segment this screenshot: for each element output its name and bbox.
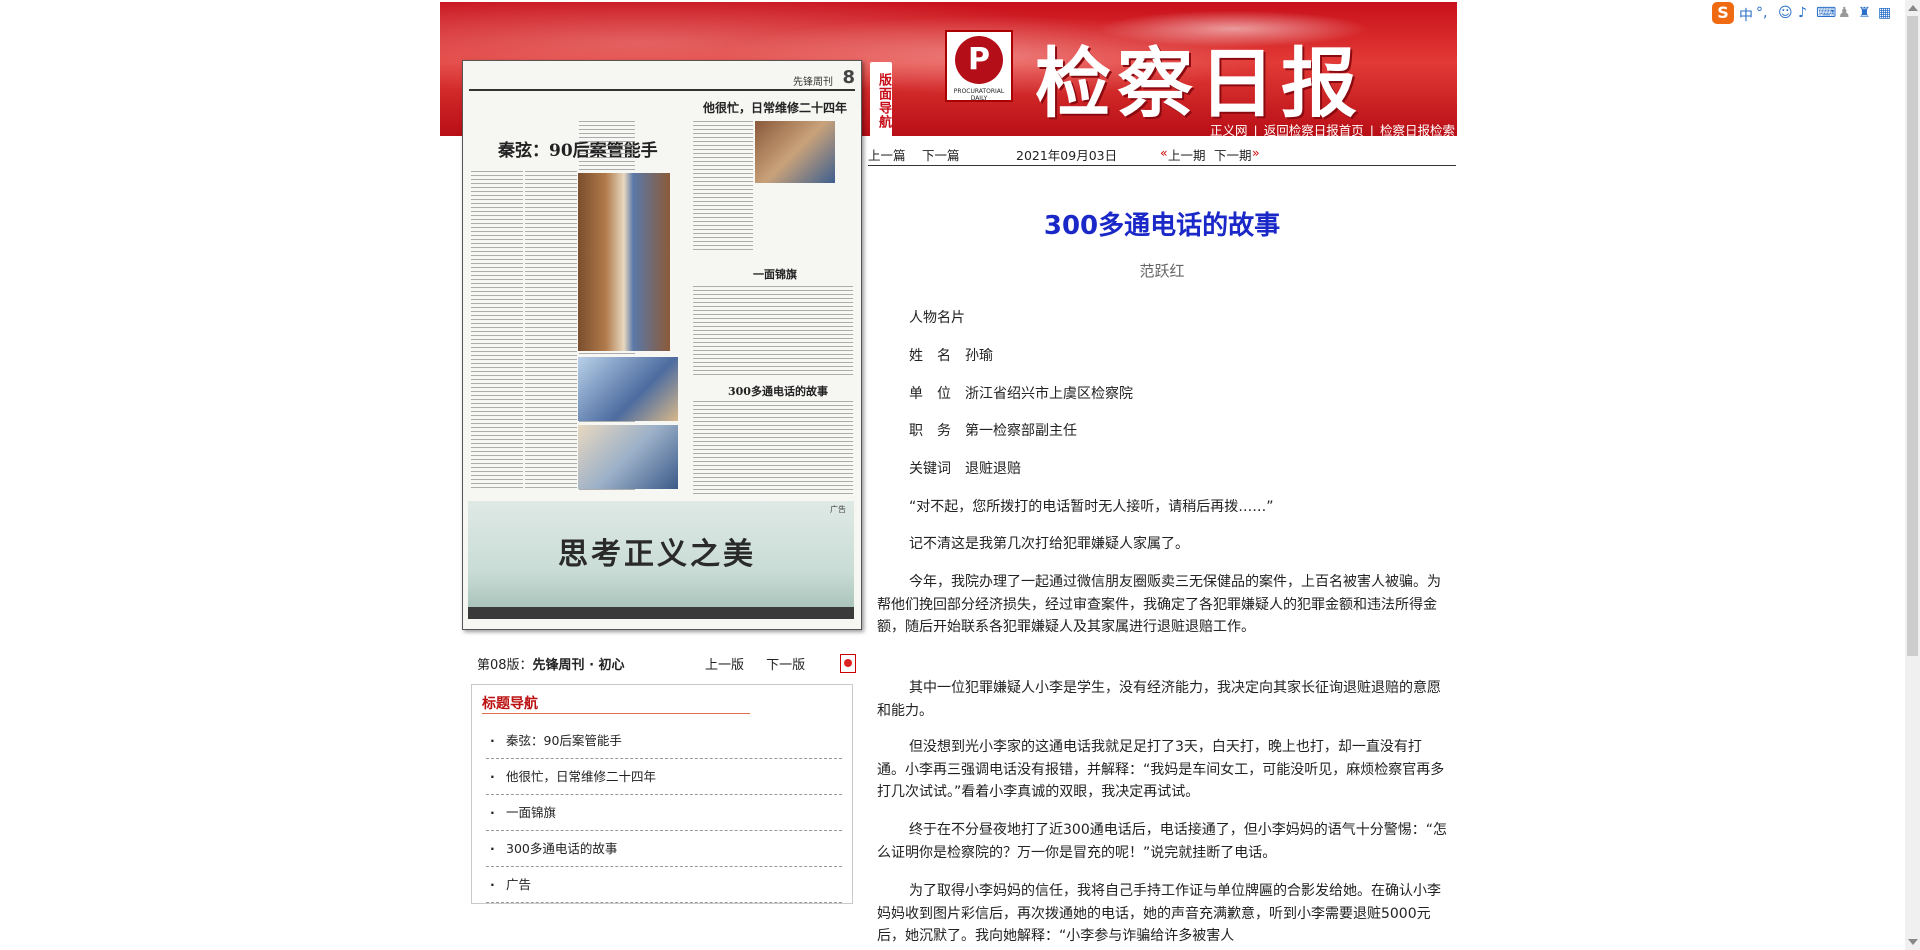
paper-text-block	[693, 401, 853, 496]
user-icon[interactable]: ♟	[1838, 5, 1851, 21]
ad-footer	[468, 607, 854, 619]
paper-text-block	[693, 121, 753, 251]
scroll-up-icon[interactable]	[1908, 5, 1918, 11]
paper-headline-3[interactable]: 一面锦旗	[753, 266, 797, 282]
link-separator: |	[1369, 123, 1374, 138]
article-title: 300多通电话的故事	[1043, 211, 1281, 241]
title-navigation: 标题导航 秦弦：90后案管能手 他很忙，日常维修二十四年 一面锦旗 300多通电…	[471, 684, 853, 904]
page-pager: 上一版 下一版	[705, 654, 823, 673]
keyboard-icon[interactable]: ⌨	[1816, 5, 1836, 21]
title-list-item[interactable]: 他很忙，日常维修二十四年	[486, 759, 842, 795]
vertical-scrollbar[interactable]	[1905, 0, 1920, 950]
ad-slogan: 思考正义之美	[558, 537, 756, 572]
right-arrow-icon: »	[1252, 145, 1260, 160]
article-paragraph: 但没想到光小李家的这通电话我就足足打了3天，白天打，晚上也打，却一直没有打通。小…	[877, 739, 1445, 800]
logo-subtitle: PROCURATORIAL DAILY	[953, 88, 1005, 102]
article-paragraph: 职 务 第一检察部副主任	[909, 423, 1077, 439]
masthead-title: 检察日报	[1035, 39, 1363, 128]
paper-header: 先锋周刊 8	[469, 67, 855, 91]
paper-photo-staff	[578, 425, 678, 489]
paper-text-block	[693, 286, 853, 376]
newspaper-logo: P PROCURATORIAL DAILY	[945, 30, 1013, 102]
page-info-name: 先锋周刊 · 初心	[532, 658, 625, 673]
paper-headline-4[interactable]: 300多通电话的故事	[728, 383, 828, 399]
microphone-icon[interactable]: ♪	[1798, 5, 1807, 21]
link-home[interactable]: 返回检察日报首页	[1264, 123, 1364, 138]
article-paragraph: 人物名片	[909, 310, 965, 326]
paper-weekly: 先锋周刊	[793, 77, 833, 88]
prev-page-link[interactable]: 上一版	[705, 658, 744, 673]
paper-page-number: 8	[842, 67, 855, 88]
next-issue-link[interactable]: 下一期	[1214, 145, 1252, 164]
title-list: 秦弦：90后案管能手 他很忙，日常维修二十四年 一面锦旗 300多通电话的故事 …	[486, 723, 842, 903]
scroll-down-icon[interactable]	[1908, 939, 1918, 945]
ime-mode[interactable]: 中	[1739, 5, 1753, 25]
prev-article-link[interactable]: 上一篇	[868, 145, 906, 164]
article-paragraph: 终于在不分昼夜地打了近300通电话后，电话接通了，但小李妈妈的语气十分警惕：“怎…	[877, 822, 1447, 861]
page-info-label: 第08版：	[477, 658, 533, 673]
paper-headline-2[interactable]: 他很忙，日常维修二十四年	[703, 99, 847, 116]
scroll-thumb[interactable]	[1907, 16, 1918, 656]
emoji-icon[interactable]: ☺	[1778, 5, 1793, 21]
title-navigation-caption: 标题导航	[482, 696, 538, 712]
paper-photo-librarian	[578, 173, 670, 351]
link-search[interactable]: 检察日报检索	[1380, 123, 1455, 138]
article-paragraph: 记不清这是我第几次打给犯罪嫌疑人家属了。	[909, 536, 1189, 552]
paper-advertisement[interactable]: 广告 思考正义之美	[468, 501, 854, 619]
title-list-item[interactable]: 秦弦：90后案管能手	[486, 723, 842, 759]
article-paragraph: 今年，我院办理了一起通过微信朋友圈贩卖三无保健品的案件，上百名被害人被骗。为帮他…	[877, 574, 1441, 635]
skin-icon[interactable]: ♜	[1858, 5, 1871, 21]
page-info-row: 第08版：先锋周刊 · 初心 上一版 下一版	[477, 654, 857, 673]
article-paragraph: 其中一位犯罪嫌疑人小李是学生，没有经济能力，我决定向其家长征询退赃退赔的意愿和能…	[877, 680, 1441, 719]
article-paragraph: 姓 名 孙瑜	[909, 348, 993, 364]
punctuation-icon[interactable]: °,	[1756, 5, 1767, 21]
side-nav-label[interactable]: 版面导航	[870, 62, 892, 137]
toolbox-icon[interactable]: ▦	[1878, 5, 1891, 21]
article-author: 范跃红	[1139, 262, 1185, 280]
left-arrow-icon: «	[1160, 145, 1168, 160]
title-list-item[interactable]: 300多通电话的故事	[486, 831, 842, 867]
ad-tag: 广告	[830, 505, 846, 514]
caption-underline	[482, 713, 750, 714]
paper-text-block	[471, 171, 523, 491]
newspaper-page-image[interactable]: 先锋周刊 8 秦弦：90后案管能手 他很忙，日常维修二十四年 一面锦旗 300多…	[462, 60, 862, 630]
paper-photo-office	[578, 357, 678, 421]
paper-photo-repair	[755, 121, 835, 183]
issue-date: 2021年09月03日	[1016, 148, 1118, 163]
paper-text-block	[525, 171, 577, 491]
pdf-icon[interactable]	[840, 654, 856, 673]
title-list-item[interactable]: 一面锦旗	[486, 795, 842, 831]
article-paragraph: “对不起，您所拨打的电话暂时无人接听，请稍后再拨……”	[909, 499, 1274, 515]
ime-toolbar: S 中 °, ☺ ♪ ⌨ ♟ ♜ ▦	[1712, 2, 1900, 28]
prev-issue-link[interactable]: 上一期	[1168, 145, 1206, 164]
article-paragraph: 单 位 浙江省绍兴市上虞区检察院	[909, 386, 1133, 402]
logo-mark: P	[955, 36, 1003, 84]
article-nav-bar: 上一篇 下一篇 2021年09月03日 « 上一期 下一期 »	[868, 145, 1456, 166]
link-separator: |	[1253, 123, 1258, 138]
article-paragraph: 关键词 退赃退赔	[909, 461, 1021, 477]
next-page-link[interactable]: 下一版	[766, 658, 805, 673]
title-list-item[interactable]: 广告	[486, 867, 842, 903]
header-links: 正义网 | 返回检察日报首页 | 检察日报检索	[1210, 120, 1455, 139]
next-article-link[interactable]: 下一篇	[922, 145, 960, 164]
sogou-logo[interactable]: S	[1712, 2, 1734, 24]
link-zhengyi[interactable]: 正义网	[1210, 123, 1248, 138]
article-paragraph: 为了取得小李妈妈的信任，我将自己手持工作证与单位牌匾的合影发给她。在确认小李妈妈…	[877, 883, 1441, 944]
